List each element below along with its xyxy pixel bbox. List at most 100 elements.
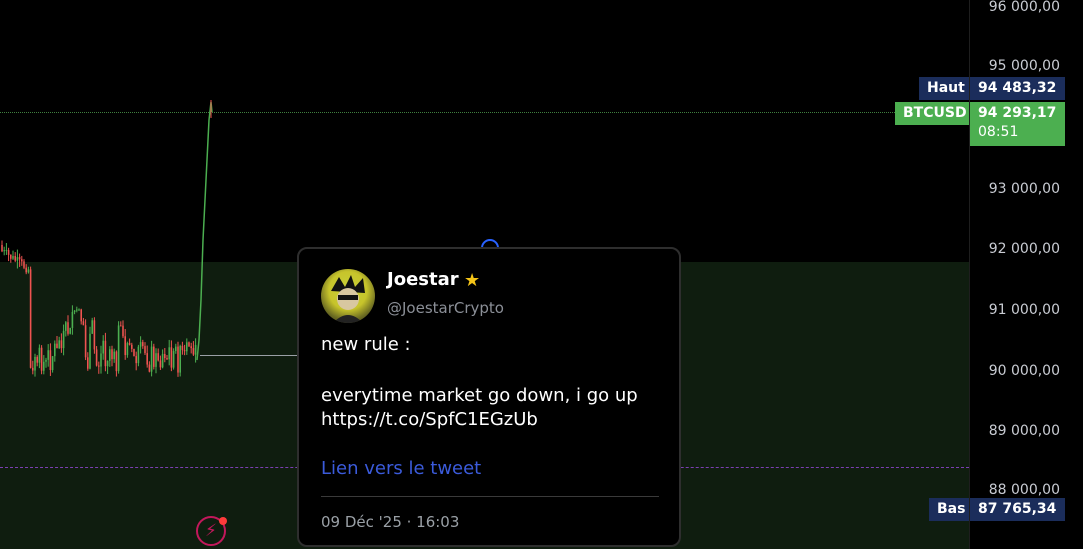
price-tick: 95 000,00 [988, 58, 1060, 74]
candle-body [190, 346, 192, 349]
candle-body [49, 350, 52, 370]
candle-body [109, 349, 111, 361]
candle-body [115, 351, 118, 372]
candle-body [135, 356, 137, 364]
candle-body [111, 349, 113, 360]
tweet-url[interactable]: https://t.co/SpfC1EGzUb [321, 409, 538, 430]
high-tag: Haut [919, 77, 969, 100]
tweet-link[interactable]: Lien vers le tweet [321, 458, 481, 479]
candle-body [98, 365, 100, 367]
candle-body [21, 259, 23, 262]
candle-body [73, 310, 76, 312]
alert-notification-dot [219, 517, 227, 525]
candle-body [93, 320, 96, 350]
candle-body [164, 353, 166, 359]
candle-body [62, 330, 65, 349]
price-tick: 89 000,00 [988, 423, 1060, 439]
candle-body [170, 347, 173, 368]
candle-body [150, 346, 153, 372]
avatar[interactable] [321, 269, 375, 323]
candle-body [155, 353, 157, 367]
candle-body [172, 351, 175, 368]
price-tick: 91 000,00 [988, 302, 1060, 318]
candle-body [12, 256, 14, 259]
candle-body [133, 348, 135, 357]
tweet-author-handle[interactable]: @JoestarCrypto [387, 299, 504, 317]
last-price-label: 94 293,17 08:51 [970, 102, 1065, 146]
candle-body [95, 349, 98, 366]
candle-body [71, 311, 74, 328]
candle-body [60, 340, 63, 349]
candle-body [5, 250, 8, 252]
candle-body [128, 343, 131, 345]
candle-body [91, 320, 93, 334]
candle-body [27, 269, 30, 273]
candle-body [186, 342, 188, 352]
candle-body [43, 361, 45, 371]
candle-body [100, 353, 102, 367]
divider [321, 496, 659, 497]
candle-body [126, 343, 129, 356]
candle-body [131, 344, 133, 349]
candle-body [161, 353, 164, 368]
symbol-tag: BTCUSD [895, 102, 969, 125]
candle-body [177, 346, 179, 373]
candle-body [38, 347, 41, 363]
candle-body [194, 345, 197, 355]
low-tag: Bas [929, 498, 969, 521]
candle-body [122, 325, 124, 337]
candle-body [23, 261, 25, 268]
candle-body [78, 309, 80, 311]
candle-body [87, 357, 89, 369]
tweet-date: 09 Déc '25 · 16:03 [321, 513, 460, 531]
candle-body [80, 309, 82, 322]
candle-body [34, 356, 36, 371]
candle-body [153, 346, 155, 367]
candle-body [102, 340, 104, 354]
candle-body [47, 350, 49, 360]
candle-body [18, 257, 21, 260]
candle-body [36, 356, 38, 363]
candle-body [89, 333, 91, 369]
candle-body [10, 254, 12, 259]
price-tick: 96 000,00 [988, 0, 1060, 15]
bar-countdown: 08:51 [978, 124, 1019, 140]
last-price-value: 94 293,17 [978, 105, 1057, 121]
candle-body [51, 356, 54, 370]
pump-candles [196, 101, 213, 361]
tweet-text-line: everytime market go down, i go up [321, 385, 638, 406]
candle-body [124, 336, 126, 356]
high-value: 94 483,32 [970, 77, 1065, 100]
candle-body [113, 351, 115, 360]
candle-body [179, 345, 181, 373]
candle-body [82, 321, 85, 326]
price-tick: 90 000,00 [988, 363, 1060, 379]
candle-body [45, 359, 47, 362]
candle-body [25, 267, 27, 273]
tweet-text-line: new rule : [321, 334, 411, 355]
candle-body [168, 347, 170, 360]
candle-body [144, 346, 146, 354]
candle-body [183, 350, 186, 352]
star-icon: ★ [464, 270, 481, 291]
candle-body [76, 309, 78, 311]
candle-body [157, 353, 159, 361]
candle-body [146, 353, 148, 365]
low-value: 87 765,34 [970, 498, 1065, 521]
candle-body [175, 346, 177, 352]
tweet-card[interactable]: Joestar ★ @JoestarCrypto new rule : ever… [297, 247, 681, 547]
candle-body [58, 340, 60, 349]
candle-body [29, 269, 32, 368]
candle-body [3, 250, 5, 252]
candle-body [181, 345, 184, 351]
price-tick: 88 000,00 [988, 482, 1060, 498]
candle-body [84, 325, 87, 358]
price-tick: 92 000,00 [988, 241, 1060, 257]
candle-body [188, 342, 190, 347]
candle-body [69, 327, 71, 334]
candle-body [166, 358, 168, 360]
candle-body [148, 364, 151, 372]
tweet-author-name[interactable]: Joestar [387, 269, 459, 290]
candle-body [54, 343, 56, 357]
candle-body [16, 257, 19, 261]
